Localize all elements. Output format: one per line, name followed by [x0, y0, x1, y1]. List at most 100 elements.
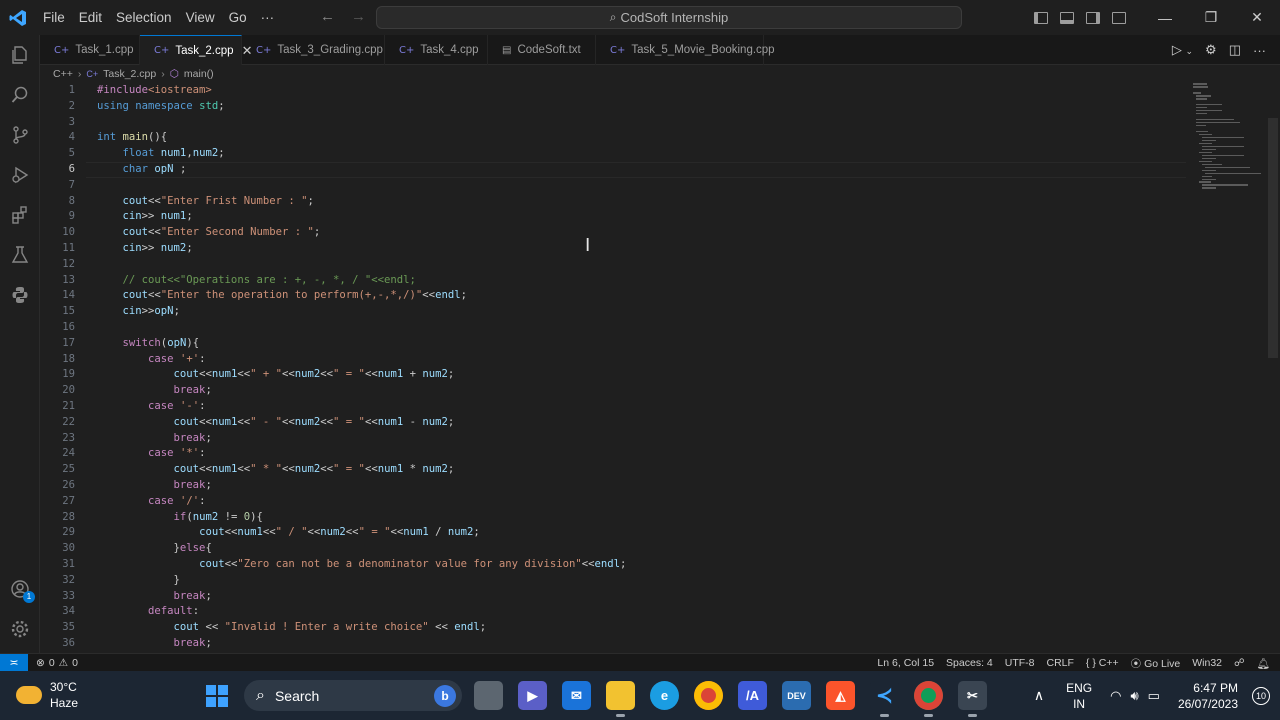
platform[interactable]: Win32 [1192, 657, 1222, 669]
toggle-secondary-sidebar-icon[interactable] [1080, 11, 1106, 24]
code-editor[interactable]: 1 #include<iostream> 2 using namespace std;… [40, 83, 1268, 653]
tab-task-3-grading[interactable]: C+ Task_3_Grading.cpp [242, 35, 385, 65]
manage-gear-icon[interactable] [0, 609, 40, 649]
code-line[interactable]: 3 [40, 115, 1268, 131]
indentation[interactable]: Spaces: 4 [946, 657, 993, 669]
explorer-icon[interactable] [0, 35, 40, 75]
split-editor-icon[interactable]: ◫ [1229, 42, 1241, 58]
breadcrumb-symbol[interactable]: main() [184, 68, 214, 80]
brave-browser-icon[interactable]: ◭ [826, 681, 855, 710]
breadcrumb-file[interactable]: Task_2.cpp [103, 68, 156, 80]
toggle-primary-sidebar-icon[interactable] [1028, 11, 1054, 24]
source-control-icon[interactable] [0, 115, 40, 155]
tab-codesoft-txt[interactable]: ▤ CodeSoft.txt [488, 35, 596, 65]
input-language[interactable]: ENG IN [1066, 680, 1092, 712]
start-button-icon[interactable] [206, 685, 228, 707]
code-line[interactable]: 31 cout<<"Zero can not be a denominator … [40, 557, 1268, 573]
minimize-button[interactable]: — [1142, 10, 1188, 26]
go-live-button[interactable]: ⦿ Go Live [1131, 656, 1181, 671]
code-line[interactable]: 29 cout<<num1<<" / "<<num2<<" = "<<num1 … [40, 525, 1268, 541]
code-line[interactable]: 19 cout<<num1<<" + "<<num2<<" = "<<num1 … [40, 367, 1268, 383]
code-line[interactable]: 24 case '*': [40, 446, 1268, 462]
code-line[interactable]: 34 default: [40, 604, 1268, 620]
encoding[interactable]: UTF-8 [1005, 657, 1035, 669]
python-icon[interactable] [0, 275, 40, 315]
code-line[interactable]: 33 break; [40, 589, 1268, 605]
forward-arrow-icon[interactable]: → [351, 8, 366, 25]
code-line[interactable]: 1 #include<iostream> [40, 83, 1268, 99]
code-line[interactable]: 7 [40, 178, 1268, 194]
code-line[interactable]: 32 } [40, 573, 1268, 589]
code-line[interactable]: 5 float num1,num2; [40, 146, 1268, 162]
code-line[interactable]: 30 }else{ [40, 541, 1268, 557]
clock[interactable]: 6:47 PM 26/07/2023 [1178, 680, 1238, 712]
tab-task-4[interactable]: C+ Task_4.cpp [385, 35, 488, 65]
code-line[interactable]: 2 using namespace std; [40, 99, 1268, 115]
code-line[interactable]: 27 case '/': [40, 494, 1268, 510]
more-actions-icon[interactable]: ··· [1253, 43, 1266, 58]
end-of-line[interactable]: CRLF [1047, 657, 1074, 669]
language-mode[interactable]: { } C++ [1086, 657, 1119, 669]
quick-settings[interactable]: ◠ 🔊︎ ▭ [1110, 688, 1160, 704]
back-arrow-icon[interactable]: ← [320, 8, 335, 25]
code-line[interactable]: 36 break; [40, 636, 1268, 652]
settings-gear-icon[interactable]: ⚙ [1205, 42, 1217, 58]
code-line[interactable]: 16 [40, 320, 1268, 336]
code-line[interactable]: 22 cout<<num1<<" - "<<num2<<" = "<<num1 … [40, 415, 1268, 431]
run-code-icon[interactable]: ▷ ⌄ [1172, 42, 1193, 58]
dev-cpp-icon[interactable]: DEV [782, 681, 811, 710]
code-line[interactable]: 9 cin>> num1; [40, 209, 1268, 225]
code-line[interactable]: 4 int main(){ [40, 130, 1268, 146]
task-view-icon[interactable] [474, 681, 503, 710]
code-line[interactable]: 15 cin>>opN; [40, 304, 1268, 320]
code-line[interactable]: 8 cout<<"Enter Frist Number : "; [40, 194, 1268, 210]
accounts-icon[interactable]: 1 [0, 569, 40, 609]
code-line[interactable]: 14 cout<<"Enter the operation to perform… [40, 288, 1268, 304]
customize-layout-icon[interactable] [1106, 11, 1132, 24]
code-line[interactable]: 20 break; [40, 383, 1268, 399]
vertical-scrollbar[interactable] [1268, 118, 1278, 358]
breadcrumb-language[interactable]: C++ [53, 68, 73, 80]
restore-button[interactable]: ❐ [1188, 9, 1234, 26]
feedback-icon[interactable]: ☍ [1234, 657, 1245, 669]
code-line[interactable]: 12 [40, 257, 1268, 273]
tab-task-1[interactable]: C+ Task_1.cpp [40, 35, 140, 65]
code-line[interactable]: 35 cout << "Invalid ! Enter a write choi… [40, 620, 1268, 636]
menu-edit[interactable]: Edit [72, 10, 109, 25]
tab-task-2[interactable]: C+ Task_2.cpp ✕ [140, 35, 252, 65]
show-hidden-icons-chevron-icon[interactable]: ∧ [1034, 687, 1044, 704]
bing-icon[interactable]: b [434, 684, 456, 707]
notifications-bell-icon[interactable]: 🔔︎ [1257, 657, 1270, 670]
code-line[interactable]: 13 // cout<<"Operations are : +, -, *, /… [40, 273, 1268, 289]
extensions-icon[interactable] [0, 195, 40, 235]
notification-count-badge[interactable]: 10 [1252, 686, 1270, 705]
edge-browser-icon[interactable]: e [650, 681, 679, 710]
search-icon[interactable] [0, 75, 40, 115]
run-and-debug-icon[interactable] [0, 155, 40, 195]
cursor-position[interactable]: Ln 6, Col 15 [877, 657, 934, 669]
menu-more[interactable]: ··· [254, 10, 282, 25]
code-line[interactable]: 25 cout<<num1<<" * "<<num2<<" = "<<num1 … [40, 462, 1268, 478]
menu-file[interactable]: File [36, 10, 72, 25]
code-line[interactable]: 28 if(num2 != 0){ [40, 510, 1268, 526]
menu-selection[interactable]: Selection [109, 10, 179, 25]
close-window-button[interactable]: ✕ [1234, 9, 1280, 26]
file-explorer-icon[interactable] [606, 681, 635, 717]
menu-go[interactable]: Go [222, 10, 254, 25]
code-line[interactable]: 17 switch(opN){ [40, 336, 1268, 352]
weather-widget[interactable]: 30°C Haze [16, 679, 78, 711]
code-line[interactable]: 6 char opN ; [40, 162, 1268, 178]
menu-view[interactable]: View [179, 10, 222, 25]
command-center[interactable]: ⌕ CodSoft Internship [376, 6, 962, 29]
mail-icon[interactable]: ✉ [562, 681, 591, 710]
tab-task-5-movie-booking[interactable]: C+ Task_5_Movie_Booking.cpp [596, 35, 775, 65]
toggle-panel-icon[interactable] [1054, 11, 1080, 24]
code-line[interactable]: 23 break; [40, 431, 1268, 447]
code-line[interactable]: 10 cout<<"Enter Second Number : "; [40, 225, 1268, 241]
snipping-tool-icon[interactable]: ✂ [958, 681, 987, 717]
chrome-profile-icon[interactable] [914, 681, 943, 717]
code-line[interactable]: 26 break; [40, 478, 1268, 494]
code-line[interactable]: 11 cin>> num2; [40, 241, 1268, 257]
code-line[interactable]: 18 case '+': [40, 352, 1268, 368]
teams-chat-icon[interactable]: ▶ [518, 681, 547, 710]
